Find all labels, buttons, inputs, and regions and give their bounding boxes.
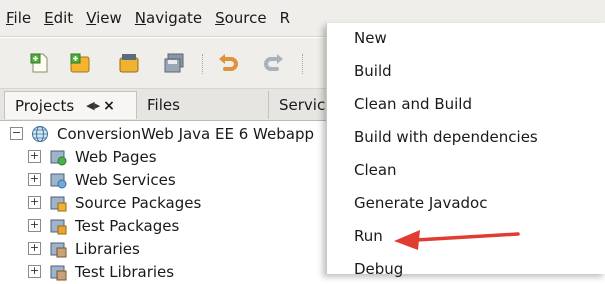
red-arrow-annotation <box>394 230 520 250</box>
tab-files-label: Files <box>147 96 180 114</box>
menu-view-label: iew <box>96 9 122 27</box>
tree-item-source-packages[interactable]: + Source Packages <box>28 191 201 214</box>
tree-item-label: Libraries <box>75 239 140 258</box>
menu-item-new[interactable]: New <box>354 23 387 53</box>
menu-item-run[interactable]: Run <box>354 221 383 251</box>
tree-item-web-services[interactable]: + Web Services <box>28 168 176 191</box>
tab-services-label: Servic <box>279 96 326 114</box>
menu-navigate[interactable]: Navigate <box>135 9 202 27</box>
new-project-icon[interactable] <box>68 51 92 75</box>
open-project-icon[interactable] <box>117 51 141 75</box>
menu-source-label: ource <box>224 9 267 27</box>
menu-item-generate-javadoc[interactable]: Generate Javadoc <box>354 188 487 218</box>
expand-icon[interactable]: + <box>28 196 41 209</box>
test-libraries-icon <box>49 263 67 281</box>
expand-icon[interactable]: + <box>28 173 41 186</box>
menu-refactor-label: R <box>279 9 291 27</box>
menu-item-debug[interactable]: Debug <box>354 254 403 284</box>
globe-project-icon <box>31 125 49 143</box>
tree-root[interactable]: − ConversionWeb Java EE 6 Webapp <box>10 122 314 145</box>
tab-projects-label: Projects <box>15 96 75 115</box>
toolbar-separator <box>202 54 205 74</box>
menu-file-label: ile <box>13 9 32 27</box>
toolbar-separator <box>302 54 305 74</box>
libraries-icon <box>49 240 67 258</box>
tree-item-label: Web Pages <box>75 147 157 166</box>
tree-item-test-packages[interactable]: + Test Packages <box>28 214 179 237</box>
save-all-icon[interactable] <box>162 51 186 75</box>
menu-item-clean-and-build[interactable]: Clean and Build <box>354 89 472 119</box>
tab-files[interactable]: Files <box>137 91 190 119</box>
web-pages-icon <box>49 148 67 166</box>
redo-icon[interactable] <box>262 51 286 75</box>
tree-item-libraries[interactable]: + Libraries <box>28 237 140 260</box>
menu-item-clean[interactable]: Clean <box>354 155 397 185</box>
tree-item-label: Source Packages <box>75 193 202 212</box>
menu-navigate-label: avigate <box>146 9 203 27</box>
tree-item-label: Test Libraries <box>75 262 175 281</box>
tab-services[interactable]: Servic <box>268 91 326 119</box>
menu-source-mnemonic: S <box>215 9 225 27</box>
menu-view[interactable]: View <box>86 9 122 27</box>
collapse-icon[interactable]: − <box>10 127 23 140</box>
menu-view-mnemonic: V <box>86 9 97 27</box>
test-packages-icon <box>49 217 67 235</box>
menu-item-build-with-dependencies[interactable]: Build with dependencies <box>354 122 538 152</box>
menu-edit[interactable]: Edit <box>44 9 73 27</box>
tree-root-label: ConversionWeb Java EE 6 Webapp <box>57 124 314 143</box>
expand-icon[interactable]: + <box>28 265 41 278</box>
tree-item-web-pages[interactable]: + Web Pages <box>28 145 157 168</box>
menu-item-build[interactable]: Build <box>354 56 392 86</box>
menu-file[interactable]: File <box>6 9 31 27</box>
expand-icon[interactable]: + <box>28 242 41 255</box>
new-file-icon[interactable] <box>28 51 52 75</box>
tab-scroll-controls[interactable]: ◀▸ <box>86 99 100 112</box>
web-services-icon <box>49 171 67 189</box>
expand-icon[interactable]: + <box>28 150 41 163</box>
menu-file-mnemonic: F <box>6 9 14 27</box>
menu-navigate-mnemonic: N <box>134 9 147 27</box>
menu-edit-label: dit <box>53 9 74 27</box>
tree-item-label: Test Packages <box>75 216 180 235</box>
close-icon[interactable]: × <box>103 98 115 114</box>
tab-projects[interactable]: Projects ◀▸ × <box>4 91 137 119</box>
tree-item-test-libraries[interactable]: + Test Libraries <box>28 260 174 283</box>
menu-source[interactable]: Source <box>215 9 267 27</box>
menu-refactor-partial[interactable]: R <box>280 9 290 27</box>
source-packages-icon <box>49 194 67 212</box>
menu-edit-mnemonic: E <box>44 9 54 27</box>
tree-item-label: Web Services <box>75 170 176 189</box>
expand-icon[interactable]: + <box>28 219 41 232</box>
undo-icon[interactable] <box>216 51 240 75</box>
